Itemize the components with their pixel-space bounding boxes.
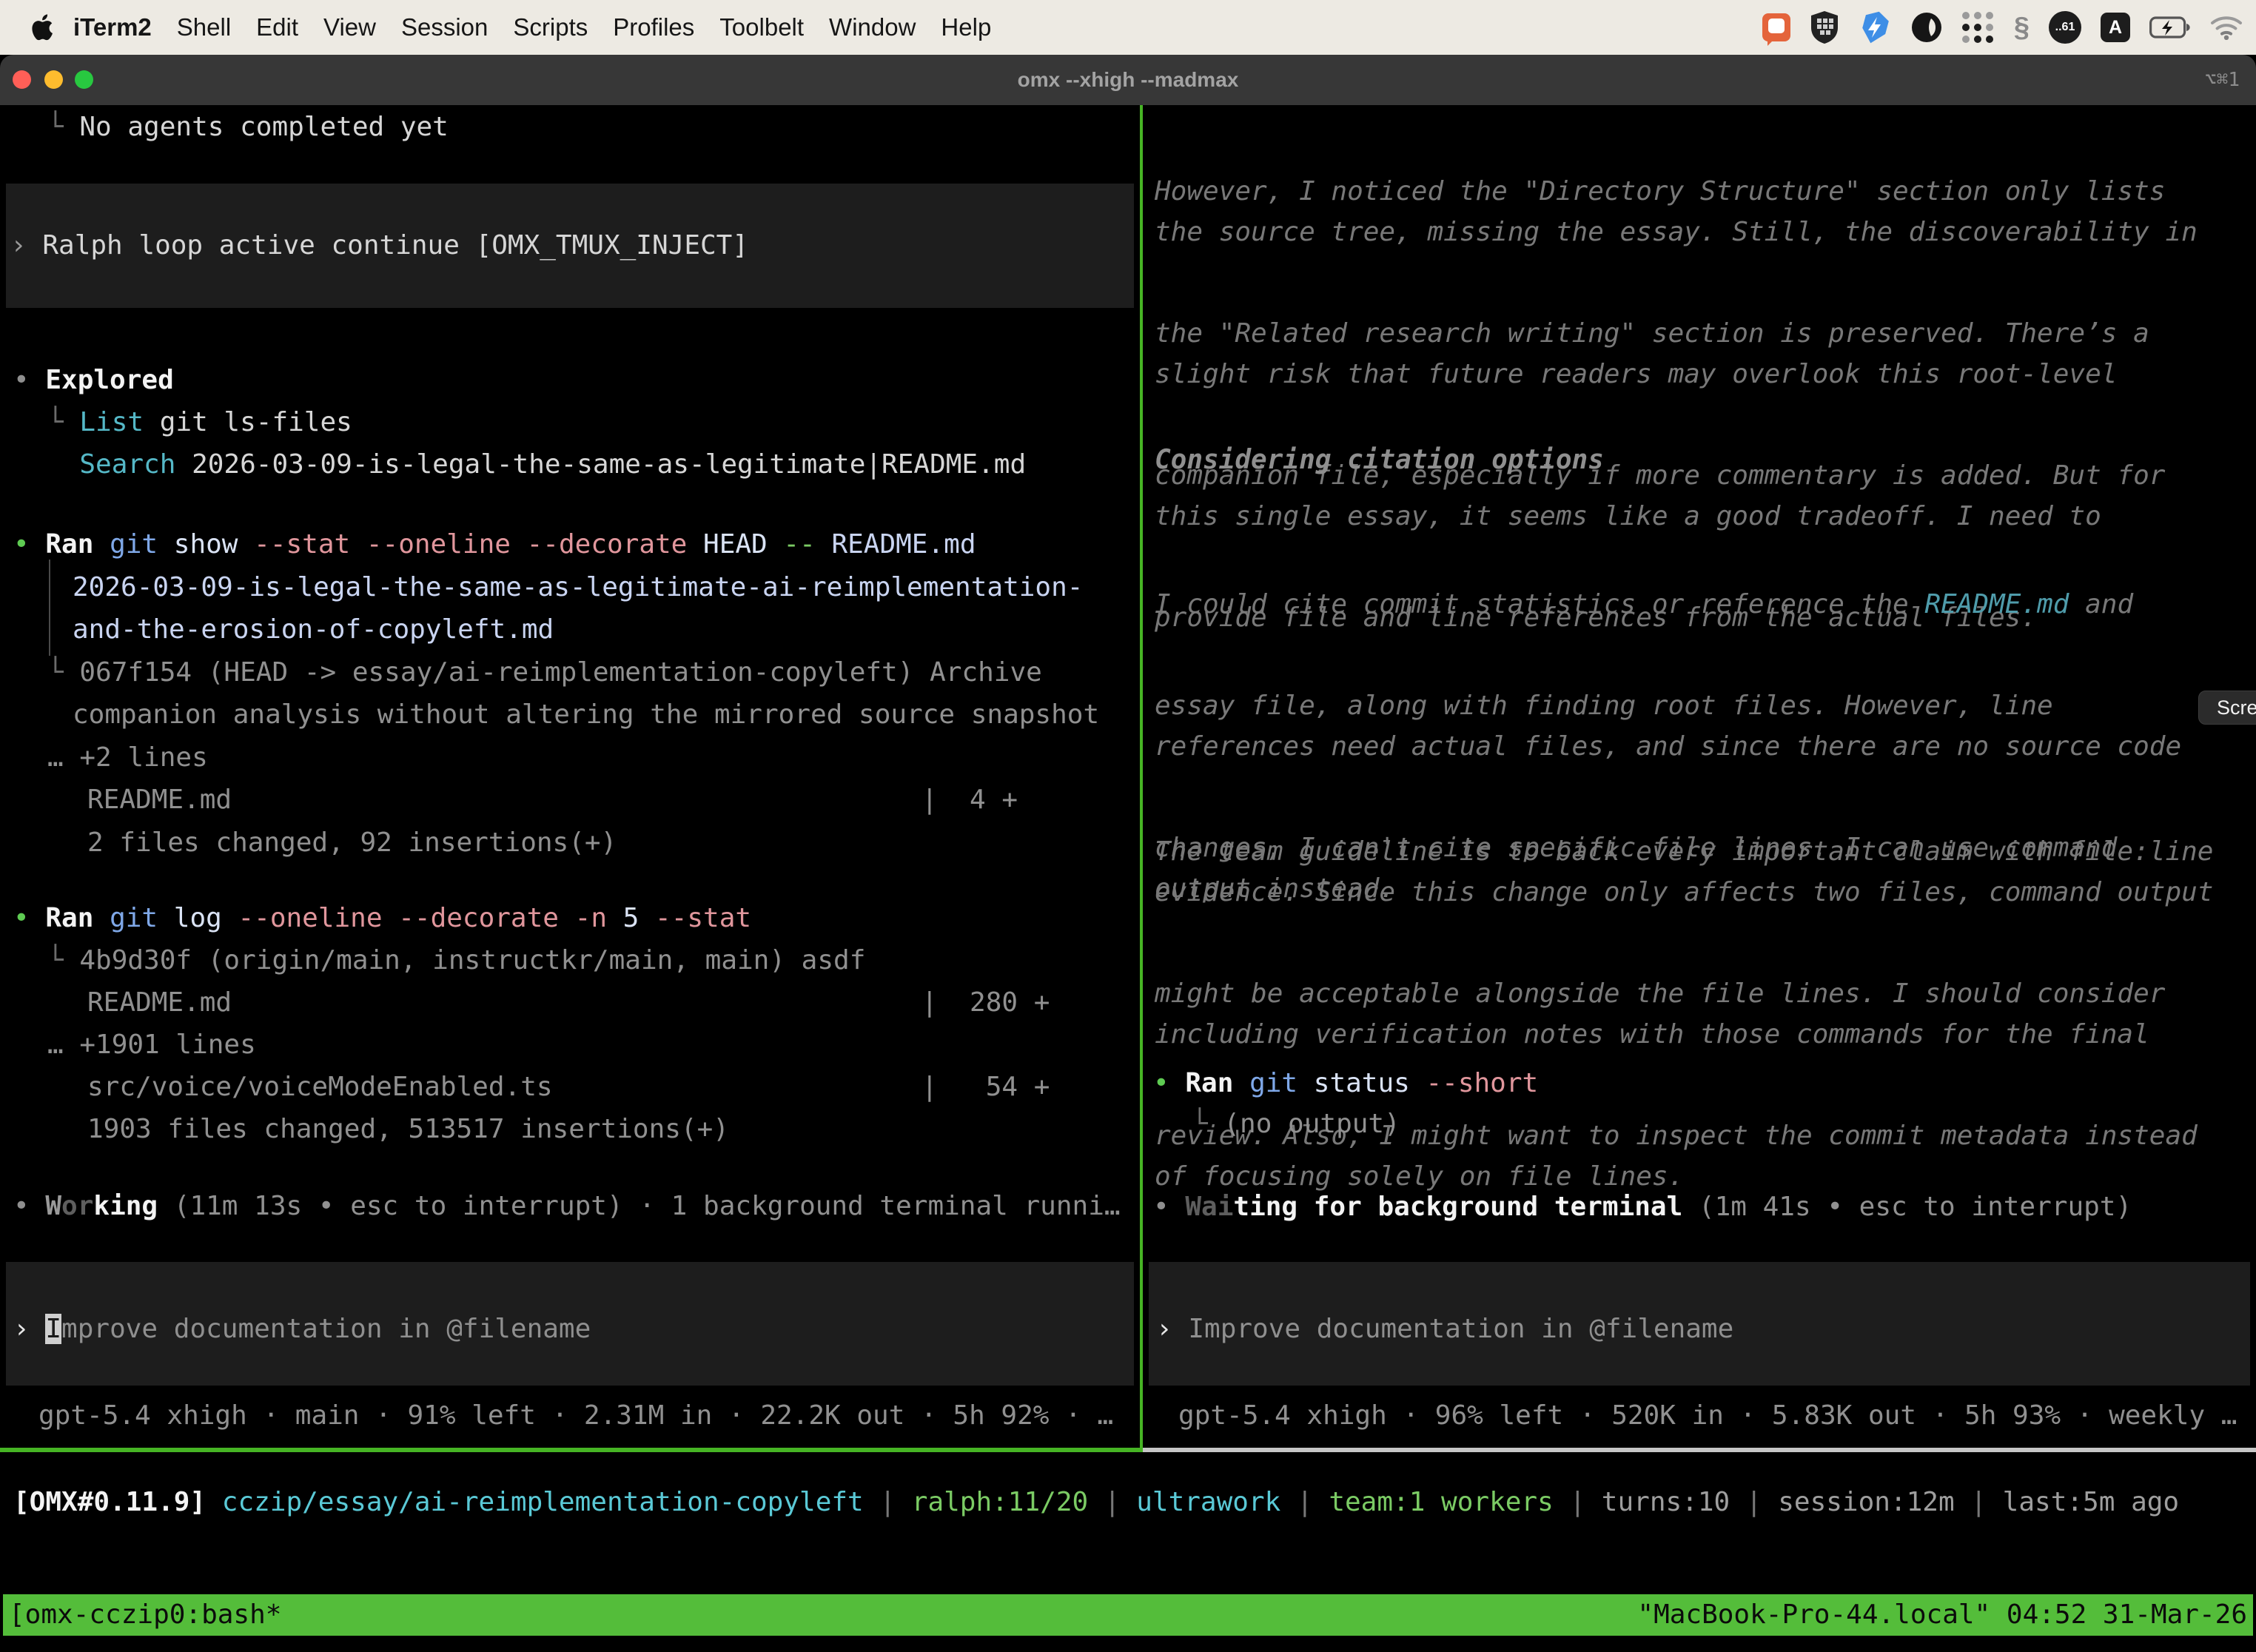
- session-status-line: gpt-5.4 xhigh · main · 91% left · 2.31M …: [38, 1395, 1113, 1437]
- wifi-icon[interactable]: [2210, 15, 2243, 40]
- git-show-summary-line: 2 files changed, 92 insertions(+): [87, 822, 617, 864]
- window-titlebar[interactable]: omx --xhigh --madmax ⌥⌘1: [0, 55, 2256, 105]
- terminal-content: └ No agents completed yet › Ralph loop a…: [0, 105, 2256, 1652]
- window-title: omx --xhigh --madmax: [0, 55, 2256, 105]
- bolt-hexagon-icon[interactable]: [1859, 11, 1891, 44]
- git-log-summary-line: 1903 files changed, 513517 insertions(+): [87, 1109, 729, 1150]
- menu-item-edit[interactable]: Edit: [244, 13, 311, 41]
- screen-edge-tooltip: Scre: [2198, 691, 2256, 725]
- menu-status-icons: § ..61 A: [1762, 0, 2243, 55]
- tree-guide-line: [49, 560, 50, 656]
- prompt-input-line[interactable]: › Improve documentation in @filename: [1156, 1309, 1733, 1350]
- explored-list-line: └ List git ls-files: [47, 402, 352, 443]
- menu-bar: iTerm2 Shell Edit View Session Scripts P…: [0, 0, 2256, 55]
- menu-item-profiles[interactable]: Profiles: [600, 13, 707, 41]
- git-show-command-line: • Ran git show --stat --oneline --decora…: [13, 524, 976, 565]
- git-show-output-commit: └ 067f154 (HEAD -> essay/ai-reimplementa…: [47, 652, 1042, 694]
- squiggle-icon[interactable]: §: [2014, 12, 2030, 44]
- shield-grid-icon[interactable]: [1810, 11, 1839, 44]
- git-log-command-line: • Ran git log --oneline --decorate -n 5 …: [13, 898, 751, 939]
- input-source-icon[interactable]: A: [2101, 13, 2130, 42]
- git-show-output-message: companion analysis without altering the …: [73, 694, 1099, 736]
- pane-divider[interactable]: [1140, 105, 1143, 1452]
- window-shortcut-badge: ⌥⌘1: [2205, 55, 2240, 105]
- prompt-input-line[interactable]: › Improve documentation in @filename: [13, 1309, 591, 1350]
- omx-status-line: [OMX#0.11.9] cczip/essay/ai-reimplementa…: [13, 1482, 2179, 1523]
- menu-item-toolbelt[interactable]: Toolbelt: [707, 13, 816, 41]
- right-pane-border: [1143, 1448, 2256, 1452]
- menu-item-session[interactable]: Session: [389, 13, 500, 41]
- notch-circle-icon[interactable]: [1910, 11, 1943, 44]
- git-status-command-line: • Ran git status --short: [1153, 1063, 1538, 1104]
- git-status-output-line: └ (no output): [1192, 1104, 1400, 1145]
- git-show-wrap-line-2: and-the-erosion-of-copyleft.md: [73, 609, 554, 651]
- reasoning-paragraph-3: The team guideline is to back every impo…: [1155, 770, 2213, 1258]
- reasoning-heading: Considering citation options: [1155, 440, 1604, 481]
- battery-icon[interactable]: [2149, 16, 2191, 38]
- screen: iTerm2 Shell Edit View Session Scripts P…: [0, 0, 2256, 1652]
- git-show-wrap-line-1: 2026-03-09-is-legal-the-same-as-legitima…: [73, 567, 1083, 608]
- ralph-loop-line: › Ralph loop active continue [OMX_TMUX_I…: [10, 225, 748, 266]
- git-show-stat-line: README.md | 4 +: [87, 779, 1018, 821]
- menu-item-app[interactable]: iTerm2: [61, 13, 164, 41]
- apple-menu-icon[interactable]: [31, 14, 53, 41]
- circle-badge-icon[interactable]: ..61: [2049, 11, 2081, 44]
- git-log-stat-line-2: src/voice/voiceModeEnabled.ts | 54 +: [87, 1067, 1050, 1108]
- menu-item-window[interactable]: Window: [816, 13, 928, 41]
- tmux-session-window[interactable]: [omx-cczip0:bash*: [9, 1594, 281, 1636]
- dots-grid-icon[interactable]: [1962, 11, 1995, 44]
- tmux-host-clock: "MacBook-Pro-44.local" 04:52 31-Mar-26: [1637, 1594, 2247, 1636]
- git-show-more-lines: … +2 lines: [47, 737, 208, 779]
- chat-app-icon[interactable]: [1762, 13, 1790, 41]
- git-log-output-commit: └ 4b9d30f (origin/main, instructkr/main,…: [47, 940, 865, 981]
- explored-title-line: • Explored: [13, 360, 174, 401]
- working-status-line: • Working (11m 13s • esc to interrupt) ·…: [13, 1186, 1121, 1227]
- git-log-stat-line-1: README.md | 280 +: [87, 982, 1050, 1024]
- menu-item-help[interactable]: Help: [928, 13, 1004, 41]
- waiting-status-line: • Waiting for background terminal (1m 41…: [1153, 1186, 2132, 1228]
- explored-search-line: Search 2026-03-09-is-legal-the-same-as-l…: [47, 444, 1026, 486]
- menu-item-view[interactable]: View: [311, 13, 389, 41]
- session-status-line: gpt-5.4 xhigh · 96% left · 520K in · 5.8…: [1178, 1395, 2237, 1437]
- menu-item-shell[interactable]: Shell: [164, 13, 244, 41]
- tmux-status-bar: [omx-cczip0:bash* "MacBook-Pro-44.local"…: [3, 1594, 2253, 1636]
- left-pane-border: [0, 1448, 1140, 1452]
- menu-item-scripts[interactable]: Scripts: [500, 13, 600, 41]
- git-log-more-lines: … +1901 lines: [47, 1024, 256, 1066]
- agents-completed-line: └ No agents completed yet: [47, 107, 449, 148]
